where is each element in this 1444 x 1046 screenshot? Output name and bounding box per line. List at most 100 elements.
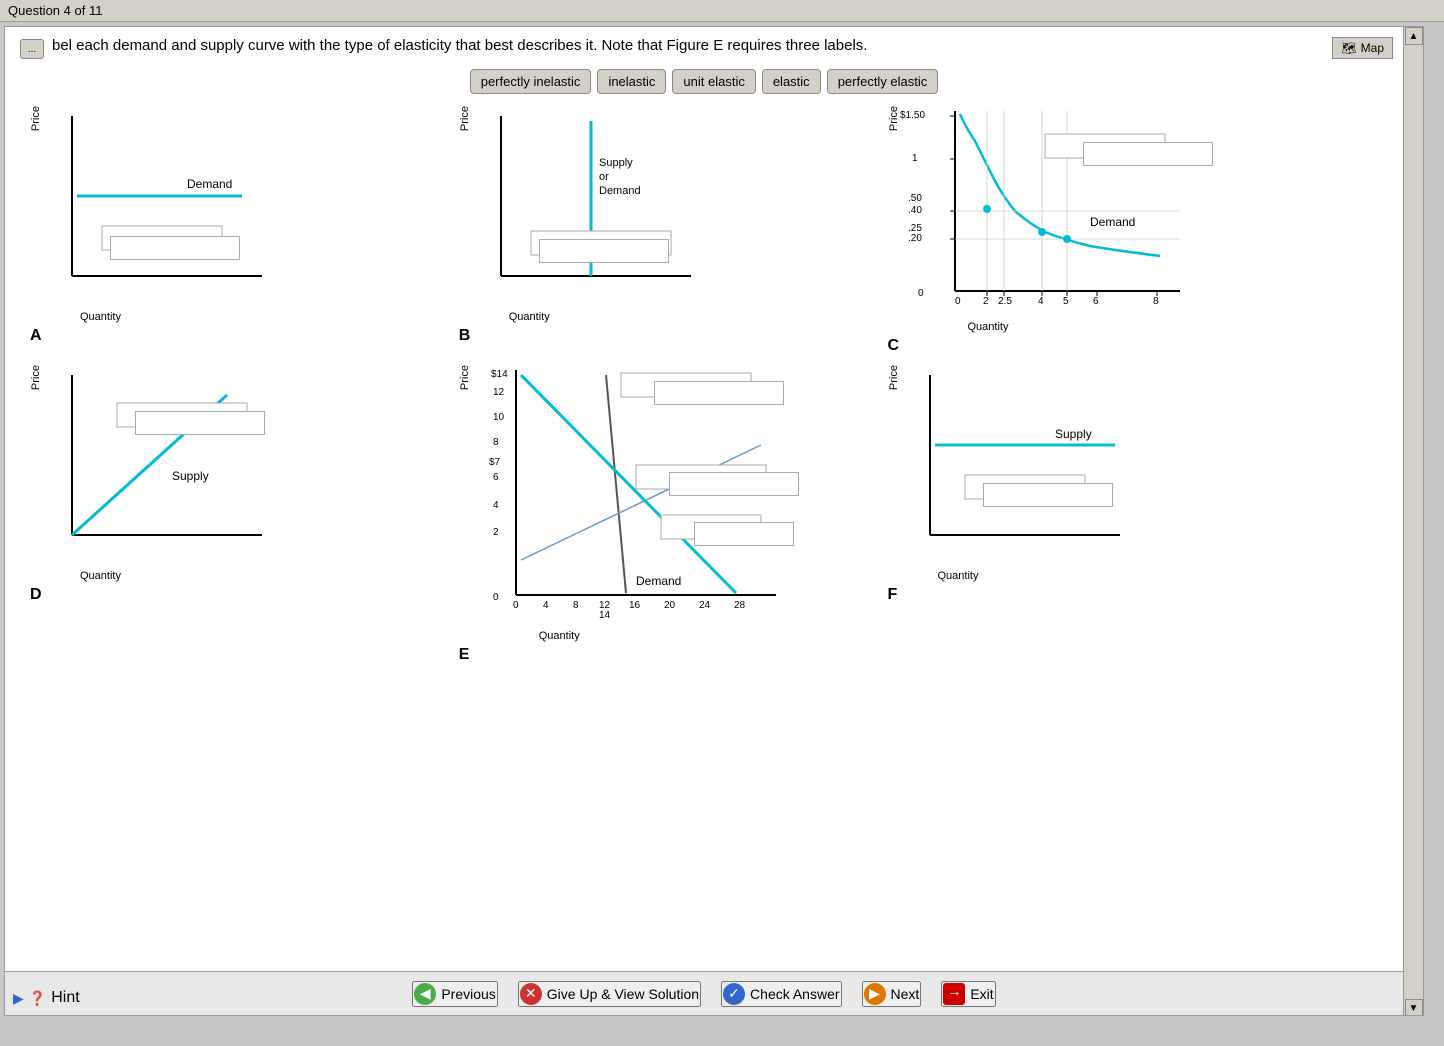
graph-B: Price Supply or Demand (459, 106, 868, 355)
svg-text:Demand: Demand (636, 574, 681, 588)
graph-E-answer-1[interactable] (654, 381, 784, 405)
graph-B-answer[interactable] (539, 239, 669, 263)
svg-text:8: 8 (573, 600, 579, 611)
svg-text:0: 0 (493, 592, 499, 603)
graph-F-answer[interactable] (983, 483, 1113, 507)
graph-B-x-label: Quantity (509, 311, 550, 323)
graph-A-y-label: Price (30, 106, 42, 131)
svg-text:10: 10 (493, 412, 505, 423)
exit-icon: → (943, 983, 965, 1005)
label-elastic[interactable]: elastic (762, 69, 821, 94)
svg-text:Supply: Supply (172, 469, 209, 483)
svg-text:24: 24 (699, 600, 711, 611)
graph-D-svg: Supply (42, 365, 282, 565)
svg-text:$7: $7 (489, 457, 501, 468)
graph-C-answer[interactable] (1083, 142, 1213, 166)
svg-text:12: 12 (493, 387, 505, 398)
map-button[interactable]: 🗺 Map (1332, 37, 1393, 59)
svg-text:0: 0 (955, 296, 961, 307)
graph-F: Price Supply (888, 365, 1379, 664)
graph-D-y-label: Price (30, 365, 42, 390)
graph-B-y-label: Price (459, 106, 471, 131)
svg-text:Supply: Supply (1055, 427, 1092, 441)
question-text: ... bel each demand and supply curve wit… (20, 37, 1388, 59)
graph-E-label: E (459, 646, 470, 664)
hint-arrow-icon: ▶ (13, 990, 24, 1007)
svg-text:16: 16 (629, 600, 641, 611)
svg-text:.20: .20 (908, 233, 922, 244)
svg-text:$14: $14 (491, 369, 508, 380)
label-perfectly-elastic[interactable]: perfectly elastic (827, 69, 939, 94)
label-perfectly-inelastic[interactable]: perfectly inelastic (470, 69, 592, 94)
graph-E-answer-3[interactable] (694, 522, 794, 546)
svg-text:2.5: 2.5 (998, 296, 1012, 307)
graph-D: Price Supply (30, 365, 439, 664)
svg-text:0: 0 (513, 600, 519, 611)
graph-E-answer-2[interactable] (669, 472, 799, 496)
graph-F-label: F (888, 586, 898, 604)
graph-C: Price $1.50 1 .50 (888, 106, 1379, 355)
content-area: 🗺 Map ... bel each demand and supply cur… (5, 27, 1403, 674)
scroll-up-btn[interactable]: ▲ (1405, 27, 1423, 45)
graph-E-x-label: Quantity (539, 630, 580, 642)
scroll-down-btn[interactable]: ▼ (1405, 999, 1423, 1016)
label-unit-elastic[interactable]: unit elastic (672, 69, 755, 94)
svg-text:4: 4 (1038, 296, 1044, 307)
svg-text:.50: .50 (908, 193, 922, 204)
svg-text:20: 20 (664, 600, 676, 611)
graph-A-curve-label: Demand (187, 177, 232, 191)
label-inelastic[interactable]: inelastic (597, 69, 666, 94)
hint-label: Hint (51, 989, 79, 1007)
graph-D-answer[interactable] (135, 411, 265, 435)
scrollbar[interactable]: ▲ ▼ (1403, 27, 1423, 1016)
svg-text:Supply: Supply (599, 157, 633, 169)
hint-area: ▶ ❓ Hint (5, 981, 88, 1015)
svg-text:4: 4 (493, 500, 499, 511)
svg-text:5: 5 (1063, 296, 1069, 307)
check-answer-button[interactable]: ✓ Check Answer (721, 981, 841, 1007)
question-counter: Question 4 of 11 (8, 3, 102, 18)
graphs-grid: Price Demand (20, 106, 1388, 664)
speech-bubble-icon: ... (20, 39, 44, 59)
svg-text:Demand: Demand (1090, 215, 1135, 229)
svg-text:1: 1 (912, 153, 918, 164)
next-button[interactable]: ▶ Next (862, 981, 922, 1007)
svg-text:or: or (599, 171, 609, 183)
bottom-bar: ▶ ❓ Hint ◀ Previous ✕ Give Up & View Sol… (5, 971, 1403, 1015)
title-bar: Question 4 of 11 (0, 0, 1444, 22)
svg-text:2: 2 (983, 296, 989, 307)
graph-F-svg: Supply (900, 365, 1140, 565)
hint-bulb-icon: ❓ (29, 990, 46, 1007)
exit-button[interactable]: → Exit (941, 981, 995, 1007)
svg-text:8: 8 (1153, 296, 1159, 307)
labels-row: perfectly inelastic inelastic unit elast… (20, 69, 1388, 94)
graph-B-svg: Supply or Demand (471, 106, 711, 306)
graph-F-x-label: Quantity (938, 570, 979, 582)
svg-text:.40: .40 (908, 205, 922, 216)
graph-C-y-label: Price (888, 106, 900, 131)
give-up-icon: ✕ (520, 983, 542, 1005)
graph-A-x-label: Quantity (80, 311, 121, 323)
svg-text:0: 0 (918, 288, 924, 299)
graph-B-label: B (459, 327, 471, 345)
svg-text:28: 28 (734, 600, 746, 611)
previous-button[interactable]: ◀ Previous (412, 981, 497, 1007)
question-body: bel each demand and supply curve with th… (52, 37, 867, 54)
previous-icon: ◀ (414, 983, 436, 1005)
graph-D-x-label: Quantity (80, 570, 121, 582)
svg-text:4: 4 (543, 600, 549, 611)
svg-text:2: 2 (493, 527, 499, 538)
graph-A-label: A (30, 327, 42, 345)
graph-E-y-label: Price (459, 365, 471, 390)
svg-text:6: 6 (1093, 296, 1099, 307)
graph-A-svg: Demand (42, 106, 282, 306)
graph-C-svg: $1.50 1 .50 .40 .25 .20 0 0 (900, 106, 1190, 316)
map-icon: 🗺 (1341, 41, 1356, 55)
check-icon: ✓ (723, 983, 745, 1005)
svg-text:6: 6 (493, 472, 499, 483)
give-up-button[interactable]: ✕ Give Up & View Solution (518, 981, 701, 1007)
graph-F-y-label: Price (888, 365, 900, 390)
graph-C-x-label: Quantity (968, 321, 1009, 333)
main-container: ▲ ▼ 🗺 Map ... bel each demand and supply… (4, 26, 1424, 1016)
graph-A-answer[interactable] (110, 236, 240, 260)
